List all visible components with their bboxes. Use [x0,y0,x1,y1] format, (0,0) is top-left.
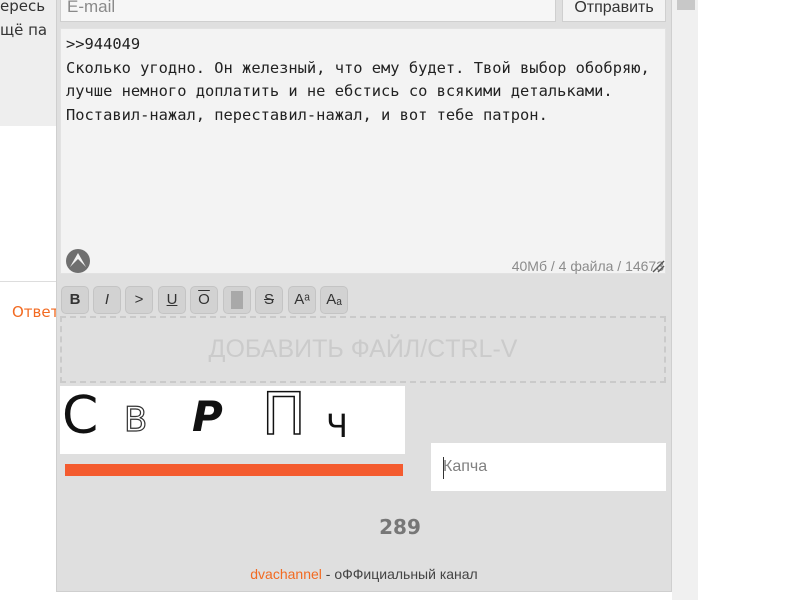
footer: dvachannel - оФФициальный канал [56,566,672,582]
quote-button[interactable]: > [125,286,153,314]
footer-text: - оФФициальный канал [321,566,478,582]
text-caret [443,457,444,479]
captcha-char: С [62,386,99,446]
resize-icon[interactable] [651,259,665,273]
spoiler-button[interactable] [223,286,251,314]
divider [0,281,58,282]
scrollbar-track[interactable] [672,0,698,600]
superscript-button[interactable]: Aᵃ [288,286,316,314]
sage-icon[interactable] [64,247,92,275]
post-counter: 289 [379,515,421,539]
captcha-char: П [261,380,306,448]
strike-button[interactable]: S [255,286,283,314]
email-field[interactable]: E-mail [60,0,556,22]
send-button[interactable]: Отправить [562,0,666,22]
captcha-input[interactable]: Капча [431,443,666,491]
background-post-text: ересь щё па [0,0,58,42]
captcha-timer-bar [65,464,403,476]
captcha-char: Ч [326,407,348,445]
captcha-image: С В Р П Ч [60,380,405,454]
underline-button[interactable]: U [158,286,186,314]
background-post-line: щё па [0,21,48,39]
subscript-button[interactable]: Aₐ [320,286,348,314]
spoiler-icon [231,291,243,310]
bold-button[interactable]: B [61,286,89,314]
italic-button[interactable]: I [93,286,121,314]
reply-link[interactable]: Ответ [12,303,59,321]
comment-text[interactable]: >>944049 Сколько угодно. Он железный, чт… [66,33,662,127]
background-post-line: ересь [0,0,46,15]
scrollbar-thumb[interactable] [677,0,695,10]
footer-link[interactable]: dvachannel [250,566,322,582]
captcha-char: В [123,399,148,440]
file-dropzone[interactable]: ДОБАВИТЬ ФАЙЛ/CTRL-V [60,316,666,383]
overline-button[interactable]: O [190,286,218,314]
upload-limits: 40Мб / 4 файла / 14673 [511,258,664,274]
captcha-char: Р [192,392,223,441]
